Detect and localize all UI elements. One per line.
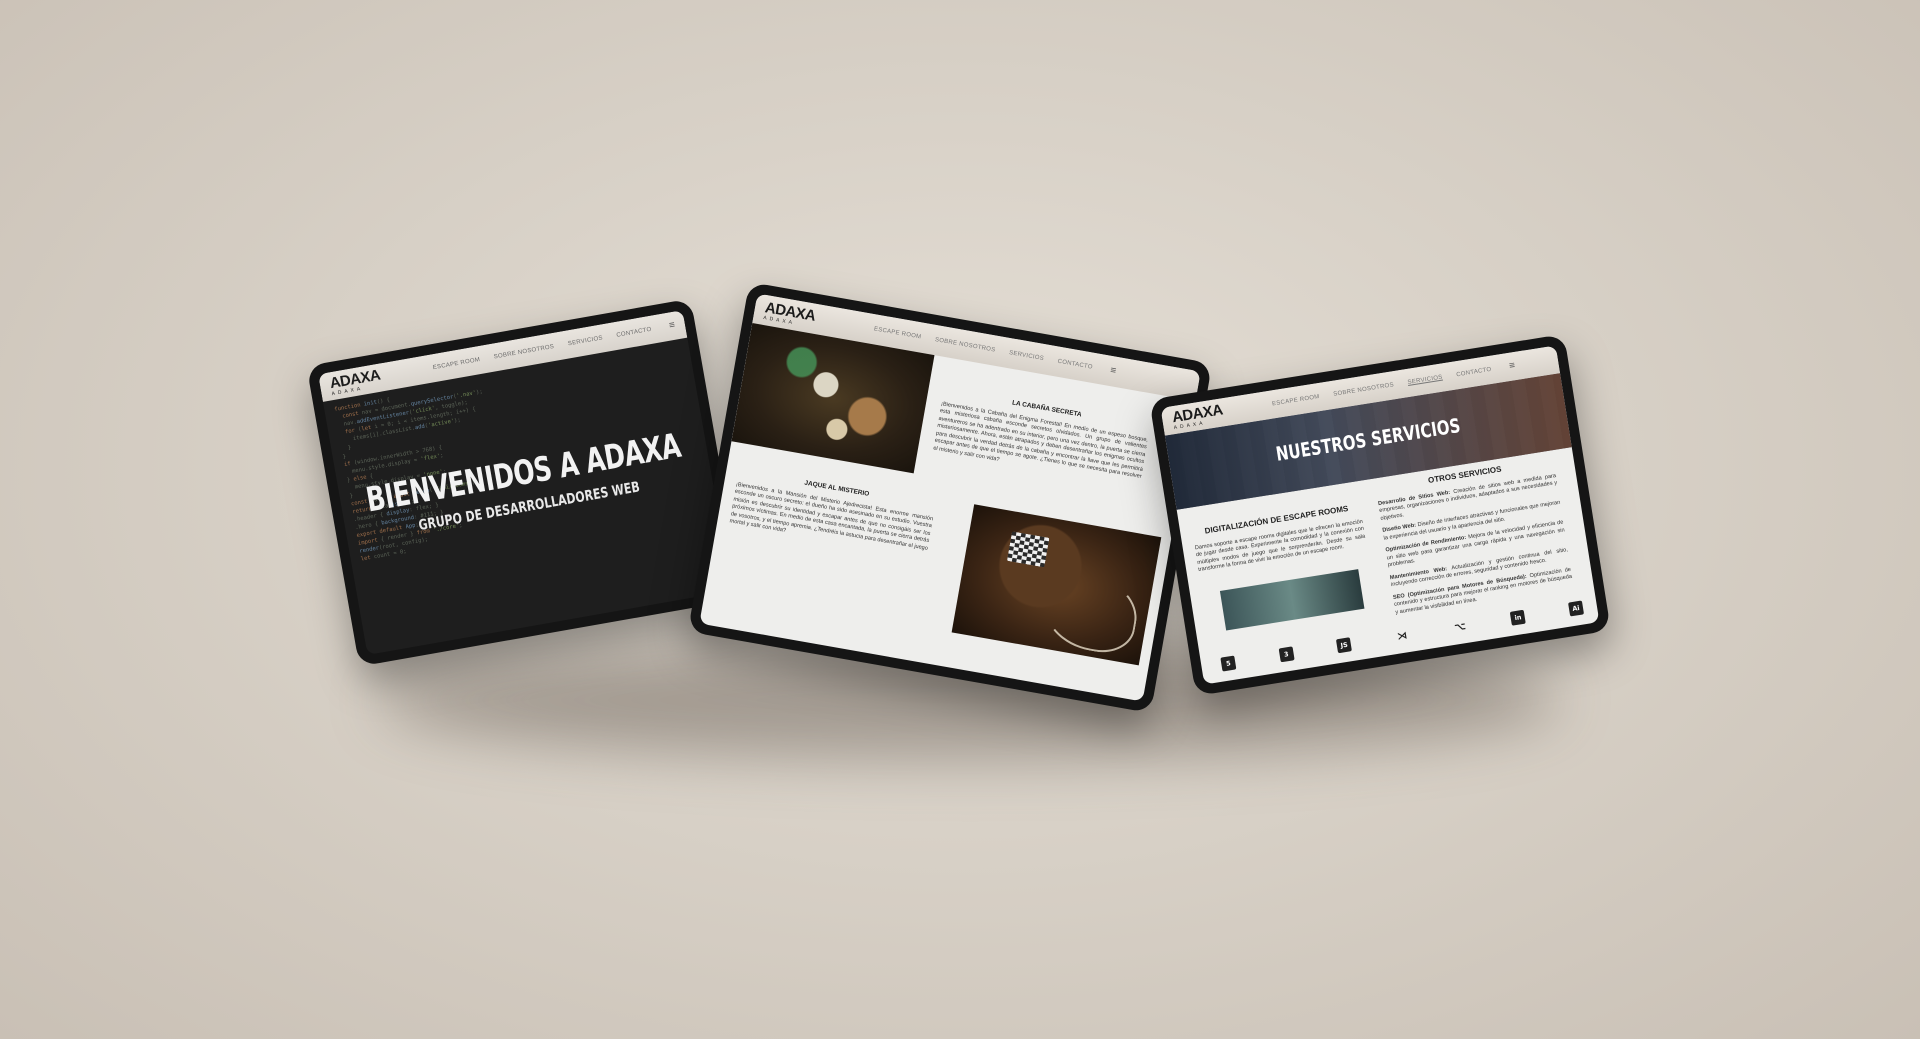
nav-link-servicios[interactable]: SERVICIOS — [1009, 350, 1045, 362]
nav-link-servicios[interactable]: SERVICIOS — [1407, 375, 1443, 386]
digitalizacion-section: DIGITALIZACIÓN DE ESCAPE ROOMS Damos sop… — [1192, 503, 1367, 575]
css3-icon: 3 — [1278, 646, 1295, 663]
nav-link-contacto[interactable]: CONTACTO — [1456, 367, 1492, 378]
services-screen: ADAXA ADAXA ESCAPE ROOM SOBRE NOSOTROS S… — [1160, 345, 1600, 685]
home-screen: function init() { const nav = document.q… — [318, 310, 732, 655]
nav-link-sobre-nosotros[interactable]: SOBRE NOSOTROS — [1333, 382, 1394, 398]
tablet-home: function init() { const nav = document.q… — [306, 298, 744, 667]
nav-link-sobre-nosotros[interactable]: SOBRE NOSOTROS — [934, 337, 995, 354]
linkedin-icon[interactable]: in — [1510, 609, 1527, 626]
nav-link-contacto[interactable]: CONTACTO — [1057, 359, 1093, 371]
logo[interactable]: ADAXA ADAXA — [1171, 401, 1225, 431]
hamburger-menu-icon[interactable]: ≡ — [1109, 365, 1117, 377]
chessboard-graphic — [1006, 531, 1050, 568]
tablet-services: ADAXA ADAXA ESCAPE ROOM SOBRE NOSOTROS S… — [1149, 333, 1611, 697]
cabana-section: LA CABAÑA SECRETA ¡Bienvenidos a la Caba… — [933, 387, 1151, 488]
mockup-scene: function init() { const nav = document.q… — [0, 0, 1920, 1039]
jaque-section: JAQUE AL MISTERIO ¡Bienvenidos a la Mans… — [729, 468, 936, 560]
nav-link-sobre-nosotros[interactable]: SOBRE NOSOTROS — [493, 344, 554, 361]
logo[interactable]: ADAXA ADAXA — [763, 299, 817, 330]
nav-link-escape-room[interactable]: ESCAPE ROOM — [873, 326, 921, 340]
hamburger-menu-icon[interactable]: ≡ — [668, 320, 676, 332]
nav-link-escape-room[interactable]: ESCAPE ROOM — [432, 357, 480, 371]
hamburger-menu-icon[interactable]: ≡ — [1508, 360, 1515, 372]
javascript-icon: JS — [1336, 637, 1353, 654]
digital-room-image — [1219, 569, 1365, 631]
git-icon: ⌥ — [1453, 620, 1467, 634]
nav-link-servicios[interactable]: SERVICIOS — [568, 335, 604, 347]
illustrator-icon: Ai — [1567, 600, 1584, 617]
escape-room-screen: ADAXA ADAXA ESCAPE ROOM SOBRE NOSOTROS S… — [699, 293, 1201, 702]
logo[interactable]: ADAXA ADAXA — [328, 366, 383, 396]
nav-link-contacto[interactable]: CONTACTO — [616, 327, 652, 339]
cabana-description: ¡Bienvenidos a la Cabaña del Enigma Fore… — [932, 400, 1149, 480]
otros-servicios-section: OTROS SERVICIOS Desarrollo de Sitios Web… — [1375, 457, 1574, 621]
vscode-icon: ⋊ — [1396, 629, 1408, 643]
nav-link-escape-room[interactable]: ESCAPE ROOM — [1272, 394, 1320, 407]
html5-icon: 5 — [1220, 655, 1237, 672]
